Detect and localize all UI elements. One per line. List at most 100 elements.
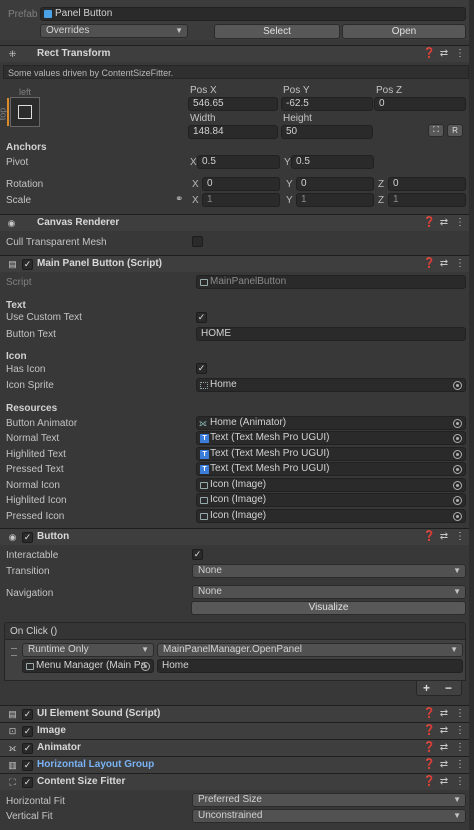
more-icon[interactable]: ⋮ [454, 708, 466, 719]
enabled-checkbox[interactable]: ✓ [22, 777, 33, 788]
preset-icon[interactable]: ⇄ [438, 759, 450, 770]
object-picker-icon[interactable] [453, 419, 462, 428]
rot-z-field[interactable]: 0 [388, 177, 466, 191]
help-icon[interactable]: ❓ [423, 258, 435, 269]
inspector-scrollbar[interactable] [469, 0, 474, 830]
blueprint-button[interactable]: ⛶ [428, 124, 444, 137]
preset-icon[interactable]: ⇄ [438, 531, 450, 542]
preset-icon[interactable]: ⇄ [438, 742, 450, 753]
help-icon[interactable]: ❓ [423, 742, 435, 753]
object-picker-icon[interactable] [453, 481, 462, 490]
button-text-field[interactable]: HOME [196, 327, 466, 341]
open-button[interactable]: Open [342, 24, 466, 39]
overrides-dropdown[interactable]: Overrides ▼ [40, 24, 188, 38]
more-icon[interactable]: ⋮ [454, 725, 466, 736]
preset-icon[interactable]: ⇄ [438, 258, 450, 269]
cull-checkbox[interactable] [192, 236, 203, 247]
button-header[interactable]: ◉ ✓ Button ❓ ⇄ ⋮ [0, 528, 474, 545]
resource-field[interactable]: Icon (Image) [196, 509, 466, 523]
preset-icon[interactable]: ⇄ [438, 217, 450, 228]
pivot-x-field[interactable]: 0.5 [197, 155, 280, 169]
resource-field[interactable]: Icon (Image) [196, 493, 466, 507]
help-icon[interactable]: ❓ [423, 776, 435, 787]
object-picker-icon[interactable] [141, 662, 150, 671]
preset-icon[interactable]: ⇄ [438, 725, 450, 736]
content-size-fitter-header[interactable]: ⛶ ✓ Content Size Fitter ❓ ⇄ ⋮ [0, 773, 474, 790]
object-picker-icon[interactable] [453, 496, 462, 505]
select-button[interactable]: Select [214, 24, 340, 39]
anchor-preset-button[interactable] [7, 97, 40, 127]
resource-field[interactable]: T Text (Text Mesh Pro UGUI) [196, 462, 466, 476]
resource-field[interactable]: T Text (Text Mesh Pro UGUI) [196, 431, 466, 445]
pos-x-field[interactable]: 546.65 [188, 97, 278, 111]
runtime-dropdown[interactable]: Runtime Only ▼ [22, 643, 154, 657]
resource-field[interactable]: Icon (Image) [196, 478, 466, 492]
object-picker-icon[interactable] [453, 450, 462, 459]
preset-icon[interactable]: ⇄ [438, 48, 450, 59]
rect-transform-header[interactable]: ⁜ Rect Transform ❓ ⇄ ⋮ [0, 45, 474, 62]
main-panel-button-header[interactable]: ▤ ✓ Main Panel Button (Script) ❓ ⇄ ⋮ [0, 255, 474, 272]
function-dropdown[interactable]: MainPanelManager.OpenPanel ▼ [157, 643, 463, 657]
remove-listener-button[interactable]: − [445, 681, 452, 695]
raw-edit-button[interactable]: R [447, 124, 463, 137]
more-icon[interactable]: ⋮ [454, 742, 466, 753]
enabled-checkbox[interactable]: ✓ [22, 743, 33, 754]
enabled-checkbox[interactable]: ✓ [22, 760, 33, 771]
help-icon[interactable]: ❓ [423, 708, 435, 719]
pivot-y-field[interactable]: 0.5 [291, 155, 374, 169]
pos-z-field[interactable]: 0 [374, 97, 466, 111]
more-icon[interactable]: ⋮ [454, 759, 466, 770]
help-icon[interactable]: ❓ [423, 48, 435, 59]
object-picker-icon[interactable] [453, 381, 462, 390]
has-icon-checkbox[interactable]: ✓ [196, 363, 207, 374]
target-object-field[interactable]: Menu Manager (Main Pa [22, 659, 154, 673]
scale-y-field[interactable]: 1 [296, 193, 374, 207]
anchors-foldout[interactable]: Anchors [6, 142, 47, 154]
object-picker-icon[interactable] [453, 512, 462, 521]
horizontal-layout-group-header[interactable]: ▥ ✓ Horizontal Layout Group ❓ ⇄ ⋮ [0, 756, 474, 773]
help-icon[interactable]: ❓ [423, 531, 435, 542]
ui-element-sound-header[interactable]: ▤ ✓ UI Element Sound (Script) ❓ ⇄ ⋮ [0, 705, 474, 722]
drag-handle-icon[interactable] [11, 648, 17, 656]
help-icon[interactable]: ❓ [423, 725, 435, 736]
preset-icon[interactable]: ⇄ [438, 776, 450, 787]
resource-field[interactable]: ⟗ Home (Animator) [196, 416, 466, 430]
interactable-checkbox[interactable]: ✓ [192, 549, 203, 560]
more-icon[interactable]: ⋮ [454, 48, 466, 59]
prefab-name-field[interactable]: Panel Button [40, 7, 466, 21]
width-field[interactable]: 148.84 [188, 125, 278, 139]
argument-field[interactable]: Home [157, 659, 463, 673]
enabled-checkbox[interactable]: ✓ [22, 259, 33, 270]
link-icon[interactable]: ⚭ [175, 194, 183, 205]
more-icon[interactable]: ⋮ [454, 217, 466, 228]
enabled-checkbox[interactable]: ✓ [22, 532, 33, 543]
horizontal-fit-dropdown[interactable]: Preferred Size ▼ [192, 793, 466, 807]
use-custom-text-checkbox[interactable]: ✓ [196, 312, 207, 323]
scale-z-field[interactable]: 1 [388, 193, 466, 207]
enabled-checkbox[interactable]: ✓ [22, 709, 33, 720]
scale-x-field[interactable]: 1 [202, 193, 280, 207]
more-icon[interactable]: ⋮ [454, 258, 466, 269]
vertical-fit-dropdown[interactable]: Unconstrained ▼ [192, 809, 466, 823]
animator-header[interactable]: ⟗ ✓ Animator ❓ ⇄ ⋮ [0, 739, 474, 756]
rot-x-field[interactable]: 0 [202, 177, 280, 191]
rot-y-field[interactable]: 0 [296, 177, 374, 191]
add-listener-button[interactable]: + [423, 681, 430, 695]
image-header[interactable]: ⊡ ✓ Image ❓ ⇄ ⋮ [0, 722, 474, 739]
object-picker-icon[interactable] [453, 465, 462, 474]
icon-sprite-field[interactable]: Home [196, 378, 466, 392]
more-icon[interactable]: ⋮ [454, 776, 466, 787]
help-icon[interactable]: ❓ [423, 759, 435, 770]
height-field[interactable]: 50 [281, 125, 373, 139]
visualize-button[interactable]: Visualize [191, 601, 466, 615]
preset-icon[interactable]: ⇄ [438, 708, 450, 719]
help-icon[interactable]: ❓ [423, 217, 435, 228]
enabled-checkbox[interactable]: ✓ [22, 726, 33, 737]
pos-y-field[interactable]: -62.5 [281, 97, 373, 111]
more-icon[interactable]: ⋮ [454, 531, 466, 542]
canvas-renderer-header[interactable]: ◉ Canvas Renderer ❓ ⇄ ⋮ [0, 214, 474, 231]
resource-field[interactable]: T Text (Text Mesh Pro UGUI) [196, 447, 466, 461]
transition-dropdown[interactable]: None ▼ [192, 564, 466, 578]
navigation-dropdown[interactable]: None ▼ [192, 585, 466, 599]
object-picker-icon[interactable] [453, 434, 462, 443]
